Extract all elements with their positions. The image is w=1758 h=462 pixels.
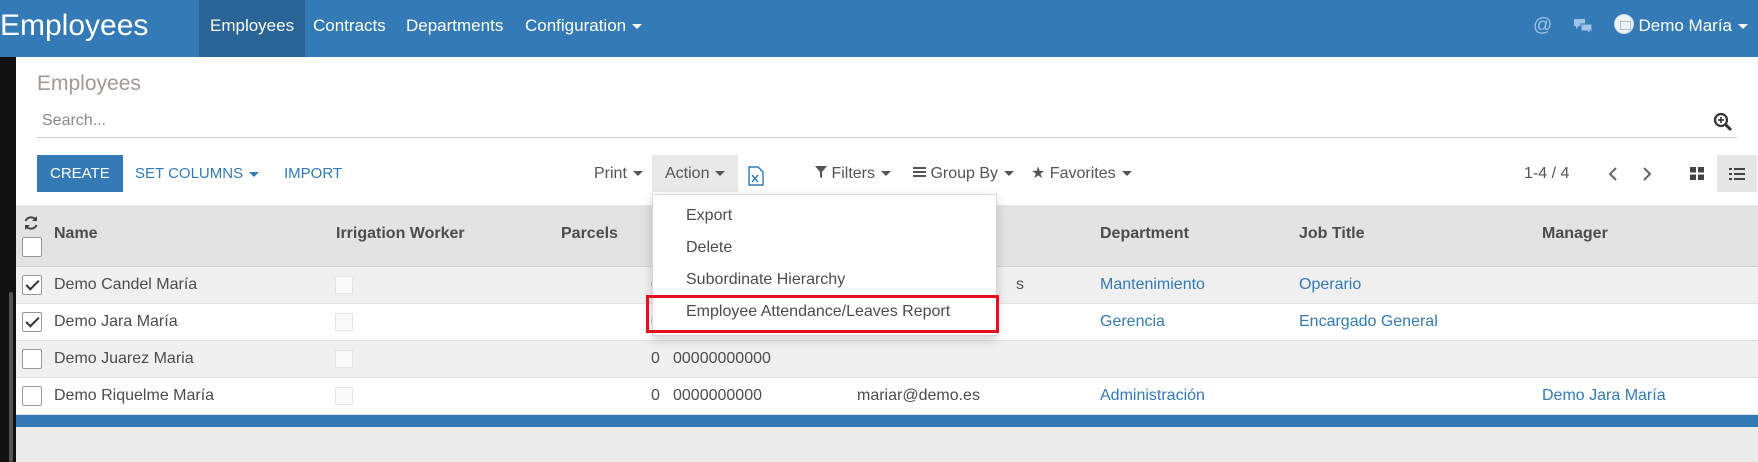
row-checkbox[interactable] (22, 386, 42, 406)
chevron-down-icon (881, 171, 892, 177)
table-footer-bar (16, 415, 1758, 427)
pager-previous-button[interactable] (1598, 155, 1628, 192)
avatar (1614, 14, 1635, 34)
cell-name: Demo Candel María (54, 276, 198, 293)
chevron-right-icon (1643, 166, 1652, 181)
irrigation-worker-checkbox (335, 387, 353, 405)
irrigation-worker-checkbox (335, 350, 353, 368)
nav-contracts[interactable]: Contracts (302, 0, 397, 57)
column-header-job-title[interactable]: Job Title (1299, 225, 1365, 243)
print-button[interactable]: Print (594, 155, 643, 192)
filters-button[interactable]: Filters (815, 155, 892, 192)
cell-parcels: 0 (651, 350, 660, 367)
cell-department[interactable]: Administración (1100, 387, 1205, 405)
cell-job-title[interactable]: Encargado General (1299, 313, 1438, 331)
print-label: Print (594, 165, 627, 182)
star-icon: ★ (1031, 165, 1046, 182)
table-row[interactable]: Demo Riquelme María 0 0000000000 mariar@… (16, 378, 1758, 415)
search-icon[interactable] (1713, 112, 1733, 132)
favorites-button[interactable]: ★ Favorites (1031, 155, 1132, 192)
column-header-parcels[interactable]: Parcels (561, 225, 618, 243)
cell-parcels: 0 (651, 387, 660, 404)
cell-job-title[interactable]: Operario (1299, 276, 1361, 294)
chevron-down-icon (632, 24, 643, 30)
list-icon (1729, 167, 1745, 180)
nav-employees[interactable]: Employees (199, 0, 306, 57)
breadcrumb[interactable]: Employees (37, 72, 141, 96)
column-header-manager[interactable]: Manager (1542, 225, 1608, 243)
chevron-down-icon (1121, 171, 1132, 177)
group-by-label: Group By (930, 165, 999, 182)
action-button[interactable]: Action (652, 155, 739, 192)
grid-icon (1689, 166, 1704, 180)
refresh-icon[interactable] (23, 215, 39, 231)
highlight-box (646, 295, 999, 333)
select-all-checkbox[interactable] (22, 237, 42, 257)
column-header-department[interactable]: Department (1100, 225, 1189, 243)
filters-label: Filters (831, 165, 876, 182)
search-input[interactable] (37, 105, 1637, 137)
cell-phone: 0000000000 (673, 387, 762, 404)
at-icon[interactable]: @ (1533, 15, 1552, 37)
irrigation-worker-checkbox (335, 313, 353, 331)
scrollbar[interactable] (9, 292, 13, 462)
chevron-down-icon (632, 171, 643, 177)
menu-item-subordinate-hierarchy[interactable]: Subordinate Hierarchy (686, 271, 845, 289)
pager-value[interactable]: 1-4 / 4 (1524, 155, 1569, 192)
row-checkbox[interactable] (22, 349, 42, 369)
chevron-down-icon (1004, 171, 1015, 177)
control-panel: Employees CREATE SET COLUMNS IMPORT Prin… (16, 57, 1758, 205)
app-root: Employees Employees Contracts Department… (0, 0, 1758, 462)
irrigation-worker-checkbox (335, 276, 353, 294)
cell-email: s (1016, 276, 1024, 293)
column-header-irrigation-worker[interactable]: Irrigation Worker (336, 225, 465, 243)
user-menu[interactable]: Demo María (1614, 0, 1748, 52)
action-label: Action (665, 165, 710, 182)
list-icon (913, 167, 926, 177)
cell-name: Demo Jara María (54, 313, 178, 330)
import-button[interactable]: IMPORT (284, 155, 342, 192)
cell-name: Demo Juarez Maria (54, 350, 194, 367)
chevron-left-icon (1608, 166, 1617, 181)
menu-item-delete[interactable]: Delete (686, 239, 732, 257)
group-by-button[interactable]: Group By (913, 155, 1015, 192)
table-row[interactable]: Demo Juarez Maria 0 00000000000 (16, 341, 1758, 378)
cell-manager[interactable]: Demo Jara María (1542, 387, 1666, 405)
create-button[interactable]: CREATE (37, 155, 123, 192)
set-columns-button[interactable]: SET COLUMNS (135, 155, 260, 192)
cell-phone: 00000000000 (673, 350, 771, 367)
row-checkbox[interactable] (22, 312, 42, 332)
set-columns-label: SET COLUMNS (135, 165, 244, 182)
top-navbar: Employees Employees Contracts Department… (0, 0, 1758, 57)
empty-area (16, 427, 1758, 462)
left-edge (0, 57, 16, 462)
kanban-view-button[interactable] (1677, 155, 1717, 192)
nav-configuration-label: Configuration (525, 16, 627, 35)
nav-configuration[interactable]: Configuration (514, 0, 653, 57)
list-view-button[interactable] (1717, 155, 1757, 192)
cell-name: Demo Riquelme María (54, 387, 215, 404)
cell-department[interactable]: Mantenimiento (1100, 276, 1205, 294)
cell-department[interactable]: Gerencia (1100, 313, 1165, 331)
nav-departments[interactable]: Departments (395, 0, 514, 57)
chat-icon[interactable] (1572, 16, 1594, 42)
search-bar (37, 105, 1737, 138)
app-brand[interactable]: Employees (0, 9, 148, 43)
chevron-down-icon (715, 171, 726, 177)
cell-email: mariar@demo.es (857, 387, 980, 404)
filter-icon (815, 166, 827, 178)
favorites-label: Favorites (1049, 165, 1116, 182)
column-header-name[interactable]: Name (54, 225, 98, 243)
menu-item-export[interactable]: Export (686, 207, 732, 225)
chevron-down-icon (249, 171, 260, 177)
export-xls-icon[interactable] (748, 163, 764, 186)
chevron-down-icon (1738, 24, 1748, 30)
user-name: Demo María (1638, 16, 1732, 35)
pager-next-button[interactable] (1632, 155, 1662, 192)
row-checkbox[interactable] (22, 275, 42, 295)
